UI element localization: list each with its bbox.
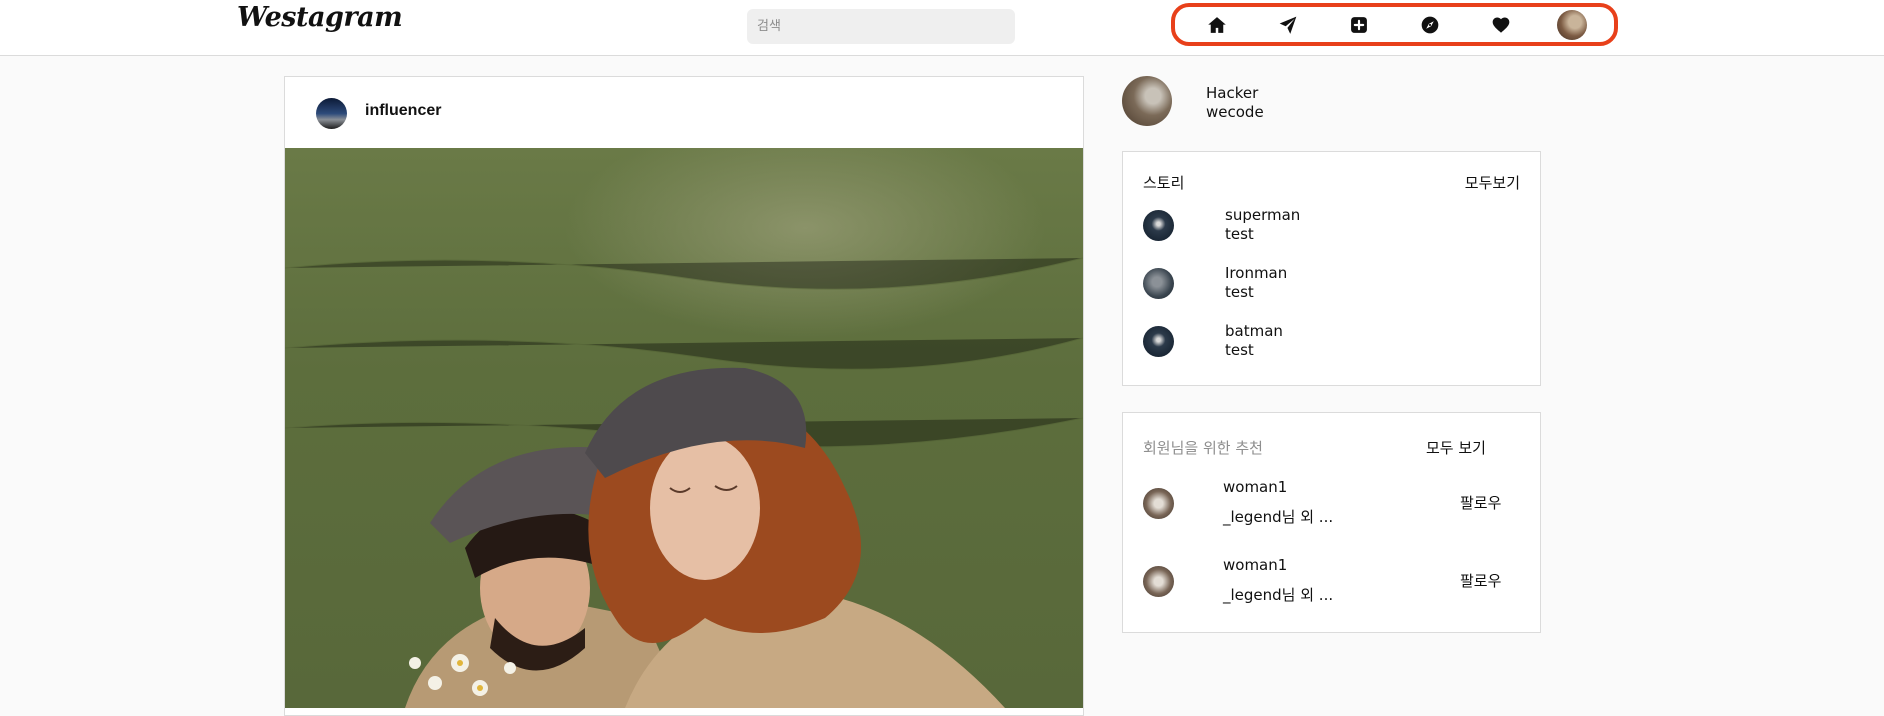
- story-item[interactable]: Ironman test: [1123, 264, 1540, 316]
- post-author-username[interactable]: influencer: [365, 102, 441, 120]
- home-icon[interactable]: [1202, 10, 1232, 40]
- follow-button[interactable]: 팔로우: [1460, 570, 1501, 591]
- paper-plane-icon[interactable]: [1273, 10, 1303, 40]
- my-profile-subtitle: wecode: [1206, 103, 1264, 121]
- story-subtitle: test: [1225, 225, 1254, 243]
- heart-icon[interactable]: [1486, 10, 1516, 40]
- compass-icon[interactable]: [1415, 10, 1445, 40]
- top-nav: Westagram: [0, 0, 1884, 56]
- stories-title: 스토리: [1143, 174, 1185, 192]
- search-input[interactable]: [747, 9, 1015, 44]
- my-profile-name: Hacker: [1206, 84, 1259, 102]
- my-profile-avatar[interactable]: [1122, 76, 1172, 126]
- nav-icon-group: [1171, 3, 1618, 46]
- recommendations-card: 회원님을 위한 추천 모두 보기 woman1 _legend님 외 ... 팔…: [1122, 412, 1541, 633]
- recommendation-avatar[interactable]: [1143, 488, 1174, 519]
- plus-square-icon[interactable]: [1344, 10, 1374, 40]
- story-subtitle: test: [1225, 283, 1254, 301]
- post-author-avatar[interactable]: [316, 98, 347, 129]
- stories-card: 스토리 모두보기 superman test Ironman test batm…: [1122, 151, 1541, 386]
- story-item[interactable]: superman test: [1123, 206, 1540, 258]
- app-logo[interactable]: Westagram: [237, 2, 403, 33]
- story-username: batman: [1225, 322, 1283, 340]
- feed-post: influencer: [284, 76, 1084, 716]
- recommendation-subtitle: _legend님 외 ...: [1223, 508, 1334, 526]
- recommendation-username[interactable]: woman1: [1223, 556, 1287, 574]
- recommendations-see-all-link[interactable]: 모두 보기: [1426, 437, 1486, 458]
- recommendation-username[interactable]: woman1: [1223, 478, 1287, 496]
- story-item[interactable]: batman test: [1123, 322, 1540, 374]
- recommendations-title: 회원님을 위한 추천: [1143, 439, 1263, 457]
- story-subtitle: test: [1225, 341, 1254, 359]
- story-avatar: [1143, 210, 1174, 241]
- story-username: Ironman: [1225, 264, 1288, 282]
- post-photo[interactable]: [285, 148, 1083, 708]
- profile-avatar[interactable]: [1557, 9, 1588, 40]
- story-username: superman: [1225, 206, 1301, 224]
- story-avatar: [1143, 268, 1174, 299]
- recommendation-avatar[interactable]: [1143, 566, 1174, 597]
- recommendation-subtitle: _legend님 외 ...: [1223, 586, 1334, 604]
- follow-button[interactable]: 팔로우: [1460, 492, 1501, 513]
- post-header: influencer: [285, 77, 1083, 148]
- stories-see-all-link[interactable]: 모두보기: [1465, 172, 1520, 193]
- recommendation-item: woman1 _legend님 외 ... 팔로우: [1123, 478, 1540, 548]
- story-avatar: [1143, 326, 1174, 357]
- avatar: [1557, 9, 1588, 40]
- recommendation-item: woman1 _legend님 외 ... 팔로우: [1123, 556, 1540, 626]
